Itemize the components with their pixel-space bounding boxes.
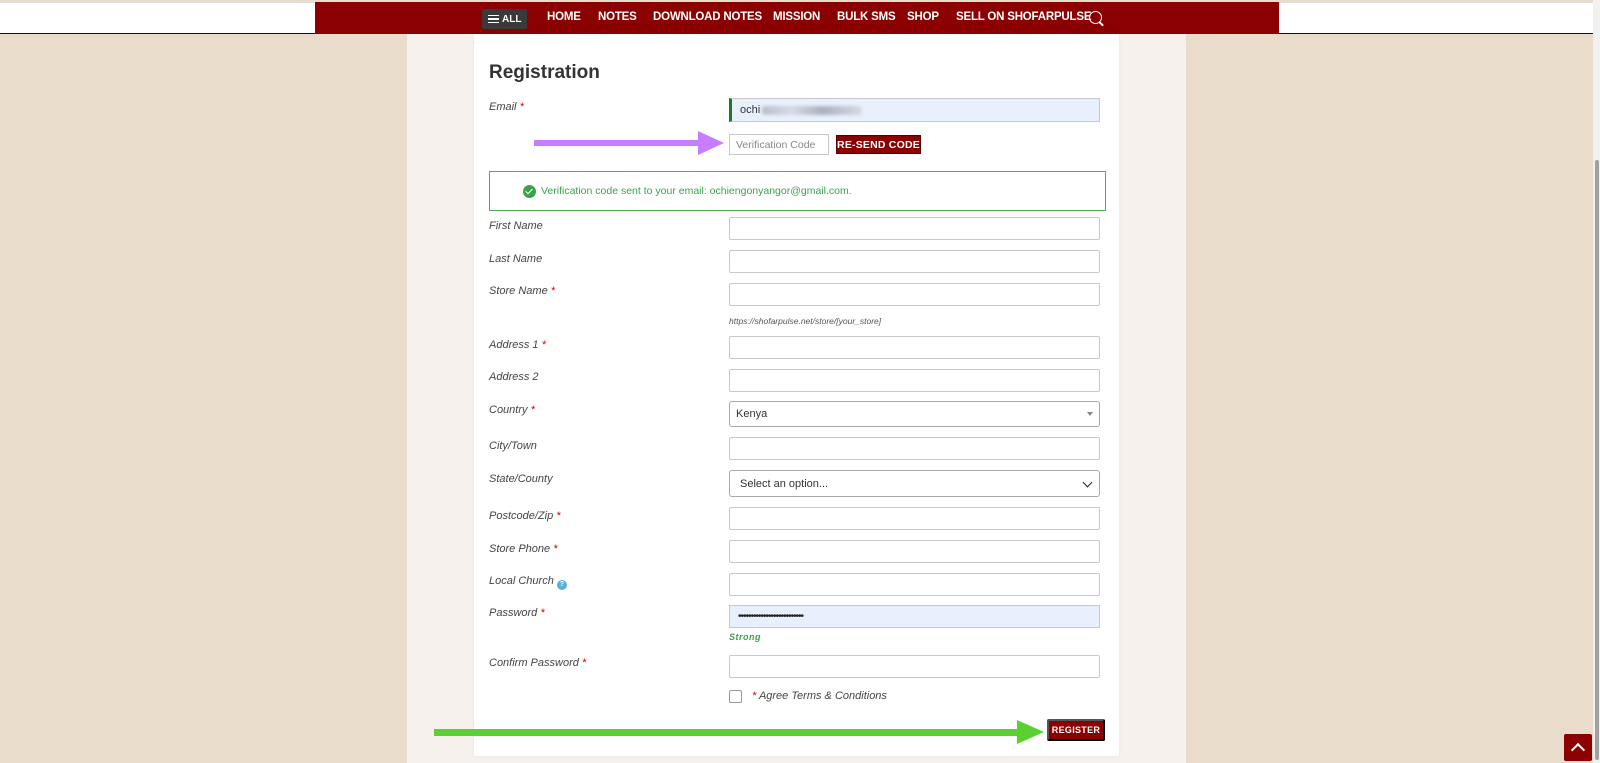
country-label: Country * [489,404,535,416]
email-field[interactable]: ochi [729,98,1100,122]
nav-home[interactable]: HOME [547,11,581,23]
confirm-password-label: Confirm Password * [489,657,587,669]
email-label: Email * [489,101,524,113]
caret-down-icon [1087,412,1093,416]
address1-label: Address 1 * [489,339,546,351]
terms-label: * Agree Terms & Conditions [752,690,887,702]
password-label: Password * [489,607,545,619]
resend-code-button[interactable]: RE-SEND CODE [836,135,921,154]
store-phone-input[interactable] [729,540,1100,563]
local-church-input[interactable] [729,573,1100,596]
city-input[interactable] [729,437,1100,460]
store-phone-label: Store Phone * [489,543,558,555]
nav-download-notes[interactable]: DOWNLOAD NOTES [653,11,762,23]
menu-icon [488,13,499,26]
last-name-input[interactable] [729,250,1100,273]
address2-label: Address 2 [489,371,539,383]
all-menu-button[interactable]: ALL [482,9,527,29]
annotation-arrow-green [434,720,1044,744]
country-value: Kenya [736,408,768,420]
store-name-input[interactable] [729,283,1100,306]
password-strength: Strong [729,632,761,642]
email-redacted [762,105,863,115]
postcode-input[interactable] [729,507,1100,530]
password-input[interactable]: •••••••••••••••••••••••••• [729,605,1100,628]
main-nav: ALL HOME NOTES DOWNLOAD NOTES MISSION BU… [315,2,1279,34]
terms-checkbox[interactable] [729,690,742,703]
annotation-arrow-purple [534,131,724,155]
notice-text: Verification code sent to your email: oc… [541,185,852,197]
address2-input[interactable] [729,369,1100,392]
verification-code-input[interactable] [729,134,829,155]
state-value: Select an option... [740,477,829,490]
nav-mission[interactable]: MISSION [773,11,820,23]
check-circle-icon [523,184,536,198]
state-select[interactable]: Select an option... [729,470,1100,497]
register-button[interactable]: REGISTER [1047,719,1105,741]
confirm-password-input[interactable] [729,655,1100,678]
email-value: ochi [740,104,761,116]
nav-bulk-sms[interactable]: BULK SMS [837,11,896,23]
postcode-label: Postcode/Zip * [489,510,561,522]
nav-notes[interactable]: NOTES [598,11,637,23]
store-url-hint: https://shofarpulse.net/store/[your_stor… [729,316,882,326]
scrollbar-thumb[interactable] [1595,160,1599,760]
chevron-down-icon [1082,477,1093,488]
local-church-label: Local Church? [489,575,567,590]
verification-notice: Verification code sent to your email: oc… [489,171,1106,211]
password-dots: •••••••••••••••••••••••••• [738,611,804,622]
nav-sell-on-shofarpulse[interactable]: SELL ON SHOFARPULSE [956,11,1091,23]
state-label: State/County [489,473,553,485]
all-menu-label: ALL [502,13,522,25]
store-name-label: Store Name * [489,285,556,297]
country-select[interactable]: Kenya [729,401,1100,427]
search-icon[interactable] [1089,11,1102,24]
city-label: City/Town [489,440,537,452]
scroll-to-top-icon[interactable] [1564,734,1592,761]
last-name-label: Last Name [489,253,543,265]
page-title: Registration [489,62,600,83]
info-icon[interactable]: ? [556,580,567,590]
first-name-input[interactable] [729,217,1100,240]
first-name-label: First Name [489,220,543,232]
nav-shop[interactable]: SHOP [907,11,939,23]
address1-input[interactable] [729,336,1100,359]
